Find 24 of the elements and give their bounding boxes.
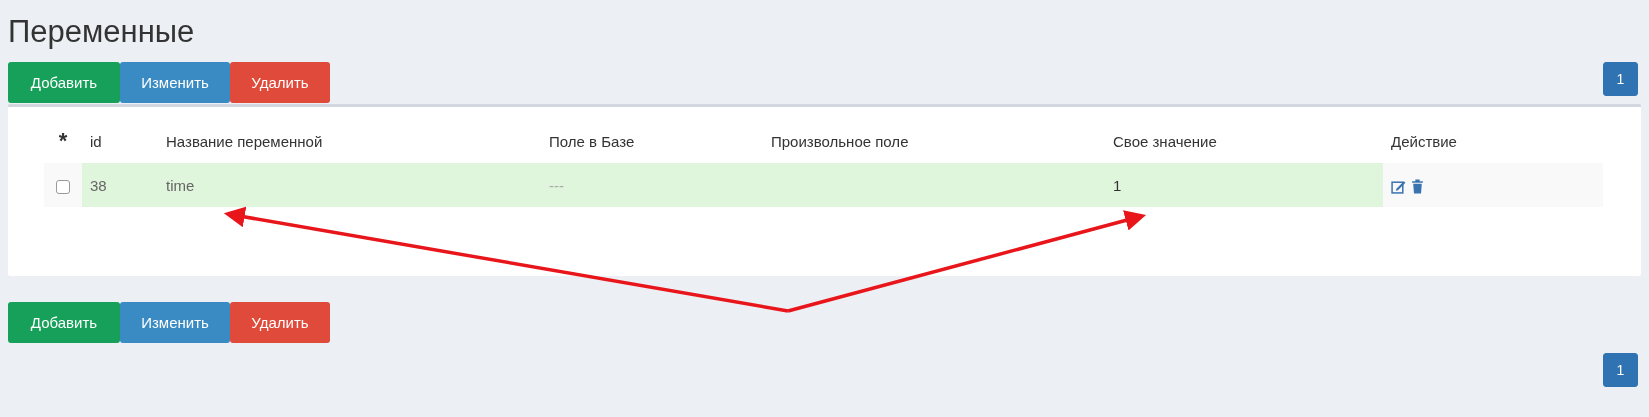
edit-button[interactable]: Изменить — [120, 302, 230, 343]
edit-icon[interactable] — [1391, 178, 1406, 194]
table-cell: 38 — [90, 176, 107, 194]
column-header: Действие — [1383, 119, 1603, 163]
page-button[interactable]: 1 — [1603, 62, 1638, 96]
page-title: Переменные — [8, 13, 196, 51]
add-button[interactable]: Добавить — [8, 302, 120, 343]
row-checkbox[interactable] — [56, 179, 70, 194]
add-button[interactable]: Добавить — [8, 62, 120, 103]
delete-button[interactable]: Удалить — [230, 302, 330, 343]
column-header: Название переменной — [158, 119, 541, 163]
trash-icon[interactable] — [1410, 178, 1426, 194]
column-header: id — [82, 119, 158, 163]
select-all-header: * — [44, 119, 82, 163]
column-header: Свое значение — [1105, 119, 1383, 163]
table-cell: --- — [549, 176, 564, 194]
table-cell: time — [166, 176, 195, 194]
table-cell: 1 — [1113, 176, 1122, 194]
delete-button[interactable]: Удалить — [230, 62, 330, 103]
table-row[interactable]: 38 time --- 1 — [44, 163, 1603, 207]
edit-button[interactable]: Изменить — [120, 62, 230, 103]
column-header: Произвольное поле — [763, 119, 1105, 163]
page-button[interactable]: 1 — [1603, 353, 1638, 387]
column-header: Поле в Базе — [541, 119, 763, 163]
